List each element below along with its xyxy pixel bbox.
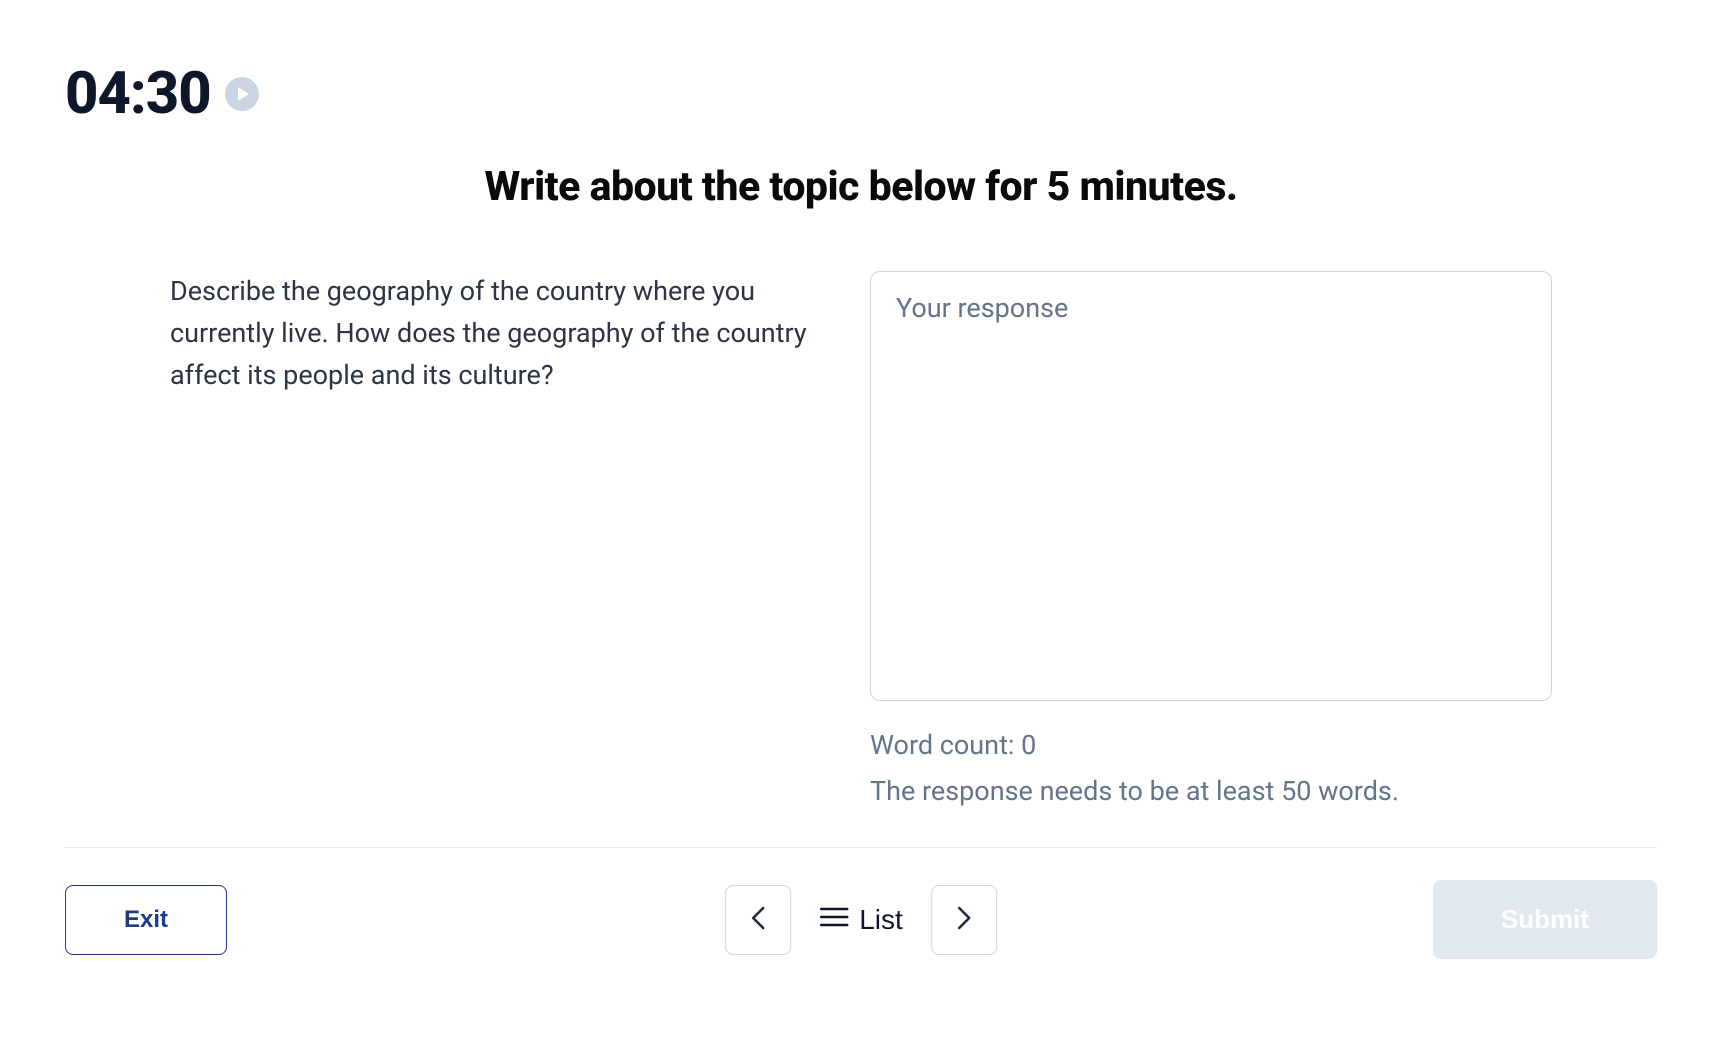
word-count: Word count: 0 <box>870 729 1552 761</box>
nav-group: List <box>725 885 997 955</box>
timer-row: 04:30 <box>0 0 1722 128</box>
bottom-bar: Exit List <box>0 848 1722 959</box>
list-label: List <box>859 904 903 936</box>
exit-button[interactable]: Exit <box>65 885 227 955</box>
page-heading: Write about the topic below for 5 minute… <box>0 163 1722 211</box>
chevron-right-icon <box>955 904 973 935</box>
heading-row: Write about the topic below for 5 minute… <box>0 163 1722 211</box>
prompt-text: Describe the geography of the country wh… <box>170 271 830 397</box>
min-words-message: The response needs to be at least 50 wor… <box>870 775 1552 807</box>
response-column: Word count: 0 The response needs to be a… <box>870 271 1552 807</box>
response-input[interactable] <box>870 271 1552 701</box>
list-icon <box>819 904 849 936</box>
word-count-label: Word count: <box>870 729 1021 761</box>
chevron-left-icon <box>749 904 767 935</box>
content-row: Describe the geography of the country wh… <box>0 271 1722 807</box>
prompt-column: Describe the geography of the country wh… <box>170 271 830 397</box>
prev-button[interactable] <box>725 885 791 955</box>
timer-display: 04:30 <box>65 60 211 128</box>
word-count-value: 0 <box>1021 729 1036 761</box>
play-icon[interactable] <box>225 77 259 111</box>
list-button[interactable]: List <box>815 904 907 936</box>
next-button[interactable] <box>931 885 997 955</box>
submit-button[interactable]: Submit <box>1433 880 1657 959</box>
page-container: 04:30 Write about the topic below for 5 … <box>0 0 1722 1044</box>
